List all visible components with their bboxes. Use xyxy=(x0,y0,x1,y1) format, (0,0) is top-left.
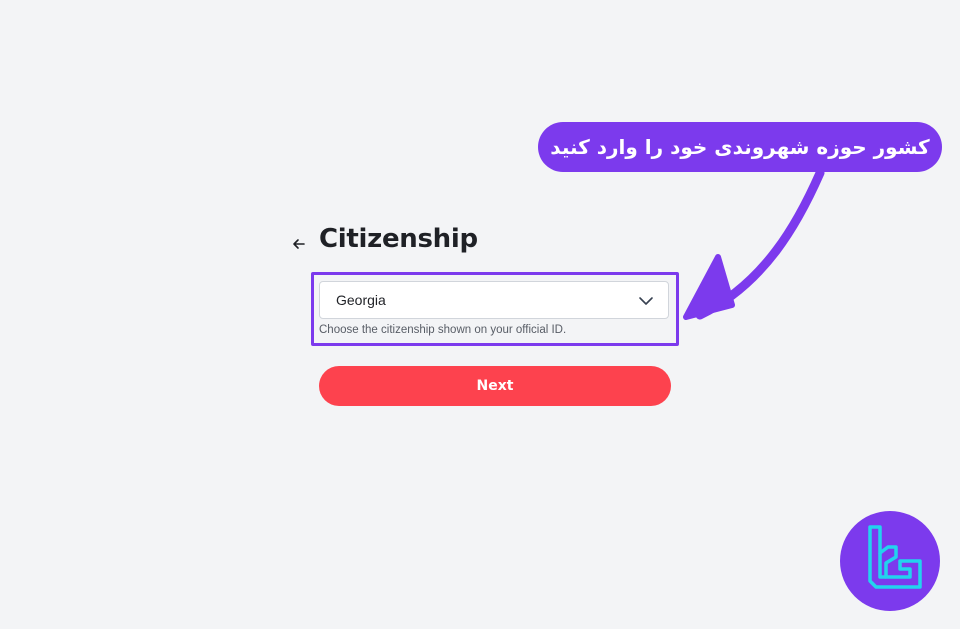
brand-logo xyxy=(840,511,940,611)
back-arrow-icon[interactable] xyxy=(289,234,309,254)
citizenship-helper-text: Choose the citizenship shown on your off… xyxy=(319,324,567,336)
chevron-down-icon xyxy=(639,297,653,305)
tc-logo-icon xyxy=(868,525,922,589)
annotation-arrow-icon xyxy=(683,168,825,320)
citizenship-selected-value: Georgia xyxy=(336,292,386,308)
page-title: Citizenship xyxy=(319,224,478,254)
citizenship-select[interactable]: Georgia xyxy=(319,281,669,319)
next-button[interactable]: Next xyxy=(319,366,671,406)
